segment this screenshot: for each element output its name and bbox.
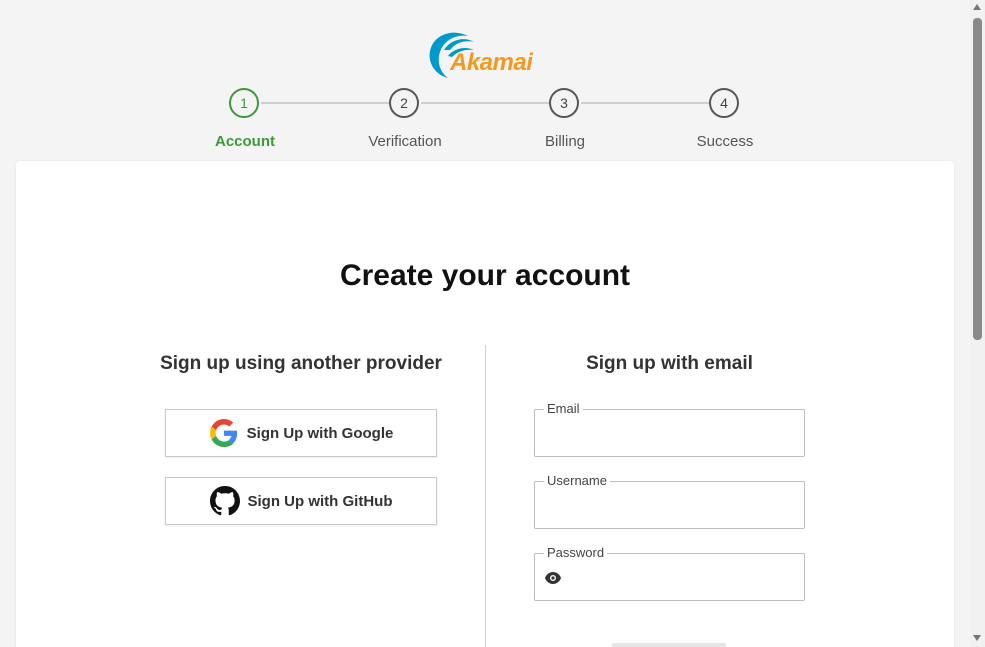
google-signup-button[interactable]: Sign Up with Google	[165, 409, 437, 457]
step-3-circle: 3	[549, 88, 579, 118]
signup-card: Create your account Sign up using anothe…	[16, 161, 954, 647]
column-divider	[485, 345, 486, 647]
step-connector	[581, 102, 709, 104]
password-input[interactable]	[567, 568, 795, 590]
email-label: Email	[544, 401, 583, 416]
provider-section-title: Sign up using another provider	[160, 353, 442, 374]
scroll-down-icon[interactable]	[973, 635, 981, 641]
scroll-up-icon[interactable]	[973, 4, 981, 10]
password-label: Password	[544, 545, 608, 560]
google-icon	[209, 418, 239, 448]
page-scrollbar[interactable]	[970, 0, 985, 647]
page-title: Create your account	[339, 259, 631, 292]
step-4-label: Success	[696, 133, 754, 150]
signup-stepper: 1 2 3 4 Account Verification Billing Suc…	[0, 0, 985, 160]
username-input[interactable]	[545, 496, 795, 518]
step-connector	[421, 102, 549, 104]
email-section-title: Sign up with email	[586, 353, 753, 374]
password-field[interactable]: Password	[534, 545, 805, 601]
step-connector	[261, 102, 389, 104]
email-field[interactable]: Email	[534, 401, 805, 457]
scroll-thumb[interactable]	[973, 18, 982, 340]
github-icon	[209, 486, 240, 516]
step-2-circle: 2	[389, 88, 419, 118]
step-2-label: Verification	[368, 133, 442, 150]
google-signup-label: Sign Up with Google	[246, 424, 394, 442]
step-1-circle: 1	[229, 88, 259, 118]
step-4-circle: 4	[709, 88, 739, 118]
github-signup-button[interactable]: Sign Up with GitHub	[165, 477, 437, 525]
submit-button[interactable]	[612, 643, 726, 647]
step-1-label: Account	[215, 133, 275, 150]
username-field[interactable]: Username	[534, 473, 805, 529]
github-signup-label: Sign Up with GitHub	[247, 492, 393, 510]
email-input[interactable]	[545, 424, 795, 446]
eye-icon[interactable]	[544, 571, 562, 585]
step-3-label: Billing	[544, 133, 586, 150]
username-label: Username	[544, 473, 610, 488]
